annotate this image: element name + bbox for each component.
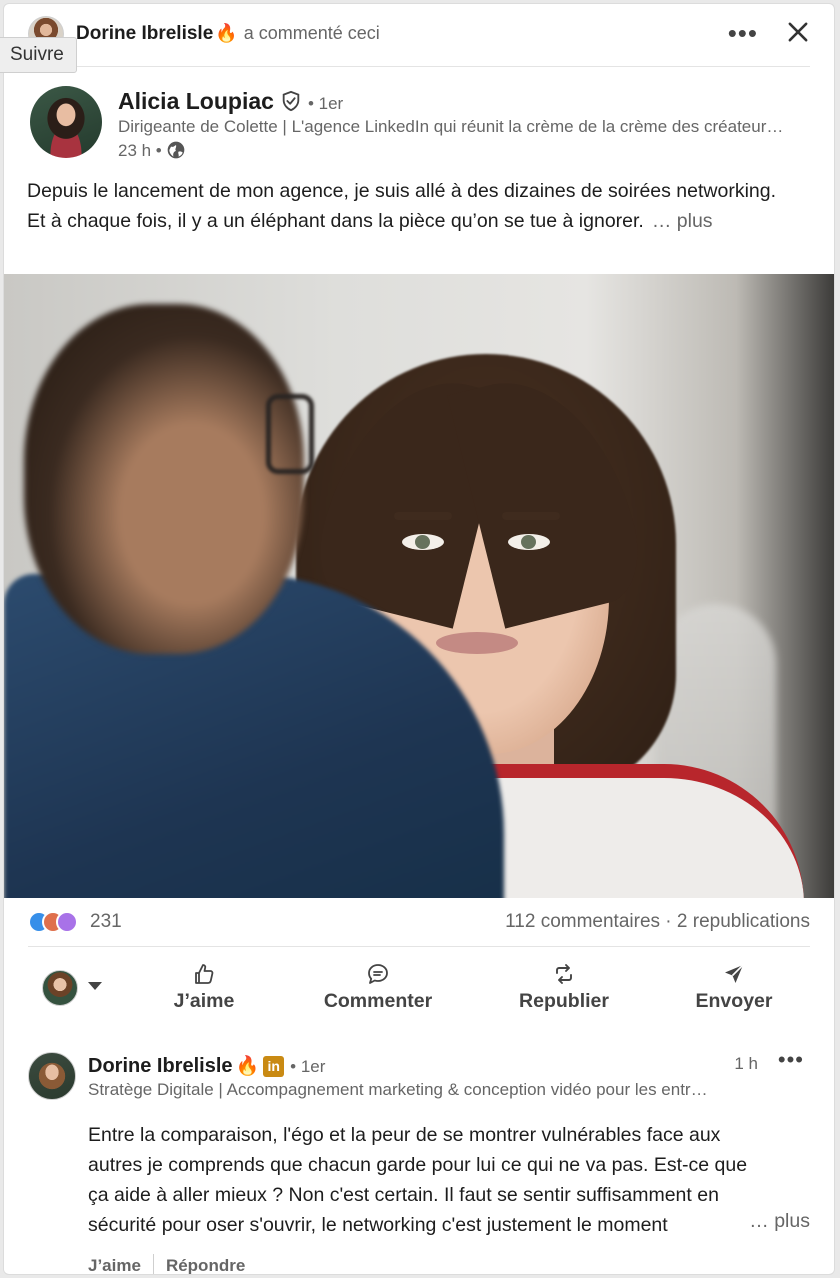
post-card: Dorine Ibrelisle 🔥 a commenté ceci ••• Ali… (3, 3, 835, 1275)
divider (28, 66, 810, 67)
reposts-count-link[interactable]: 2 republications (677, 911, 810, 932)
divider (152, 1254, 154, 1274)
connection-degree: • 1er (290, 1057, 326, 1076)
author-avatar[interactable] (30, 86, 102, 158)
author-headline: Dirigeante de Colette | L'agence LinkedI… (118, 117, 788, 136)
post-body: Depuis le lancement de mon agence, je su… (27, 176, 797, 236)
shield-check-icon (282, 90, 300, 112)
engagement-counts: 112 commentaires · 2 republications (505, 911, 810, 933)
globe-icon (167, 141, 185, 159)
like-button[interactable]: J’aime (154, 962, 254, 1022)
foreground-figure (4, 274, 504, 898)
commenter-name-line: Dorine Ibrelisle 🔥 in • 1er (88, 1054, 325, 1078)
chevron-down-icon[interactable] (88, 982, 102, 990)
comment-actions: J’aime Répondre (88, 1254, 245, 1274)
send-button[interactable]: Envoyer (684, 962, 784, 1022)
activity-actor-line: Dorine Ibrelisle 🔥 a commenté ceci (76, 23, 380, 45)
close-icon[interactable] (784, 18, 812, 46)
author-name-line: Alicia Loupiac • 1er (118, 88, 343, 115)
comment-label: Commenter (323, 990, 433, 1012)
fire-emoji-icon: 🔥 (215, 23, 238, 43)
repost-icon (556, 964, 572, 984)
repost-label: Republier (519, 990, 609, 1012)
send-icon (725, 964, 744, 983)
commenter-avatar[interactable] (28, 1052, 76, 1100)
comment-ellipsis-icon[interactable]: ••• (778, 1047, 804, 1073)
activity-verb: a commenté ceci (243, 23, 380, 43)
post-image[interactable] (4, 274, 834, 898)
comment-timestamp: 1 h (734, 1054, 758, 1073)
follow-tooltip: Suivre (0, 37, 77, 73)
connection-degree: • 1er (307, 94, 344, 113)
comments-count-link[interactable]: 112 commentaires (505, 911, 660, 932)
thumbs-up-icon (195, 964, 214, 984)
post-timestamp-line: 23 h • (118, 140, 186, 161)
activity-actor-name[interactable]: Dorine Ibrelisle (76, 23, 213, 44)
linkedin-badge-icon: in (263, 1056, 285, 1077)
commenter-name[interactable]: Dorine Ibrelisle (88, 1055, 233, 1077)
divider (28, 946, 810, 947)
author-name[interactable]: Alicia Loupiac (118, 88, 274, 114)
comment-button[interactable]: Commenter (308, 962, 448, 1022)
actor-switcher-avatar[interactable] (42, 970, 78, 1006)
separator-dot: · (665, 911, 672, 932)
comment-text: Entre la comparaison, l'égo et la peur d… (88, 1124, 748, 1236)
post-timestamp: 23 h • (118, 141, 162, 160)
send-label: Envoyer (695, 990, 773, 1012)
activity-header: Dorine Ibrelisle 🔥 a commenté ceci ••• (4, 4, 834, 66)
repost-button[interactable]: Republier (504, 962, 624, 1022)
comment-reply-button[interactable]: Répondre (166, 1256, 245, 1274)
ellipsis-icon[interactable]: ••• (728, 18, 758, 49)
like-label: J’aime (173, 990, 235, 1012)
comment-like-button[interactable]: J’aime (88, 1256, 141, 1274)
comment-icon (368, 964, 388, 984)
support-icon (56, 911, 78, 933)
see-more-link[interactable]: … plus (652, 210, 713, 232)
fire-emoji-icon: 🔥 (235, 1056, 260, 1077)
commenter-headline: Stratège Digitale | Accompagnement marke… (88, 1080, 716, 1099)
comment-see-more-link[interactable]: … plus (743, 1210, 810, 1233)
reaction-count: 231 (90, 911, 122, 932)
